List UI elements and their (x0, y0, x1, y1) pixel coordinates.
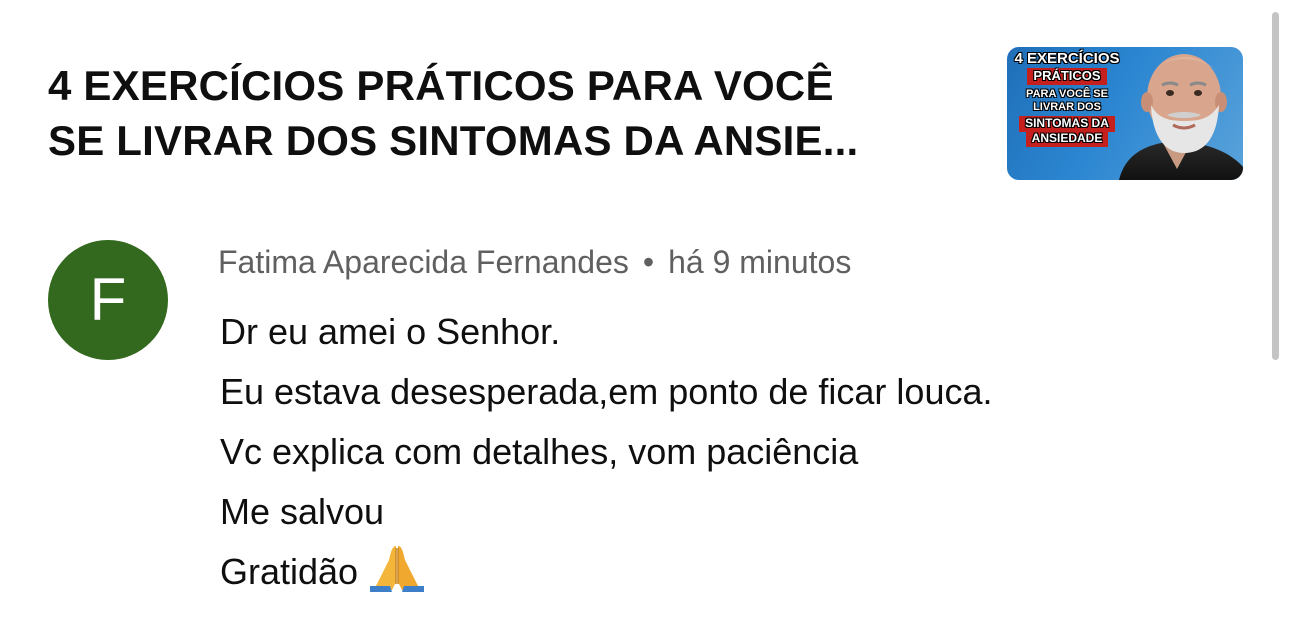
comment-time: há 9 minutos (668, 244, 852, 280)
video-header[interactable]: 4 EXERCÍCIOS PRÁTICOS PARA VOCÊ SE LIVRA… (48, 58, 988, 168)
avatar[interactable]: F (48, 240, 168, 360)
thumbnail-text-line-2: PRÁTICOS (1027, 68, 1107, 86)
comment-author[interactable]: Fatima Aparecida Fernandes (218, 244, 629, 280)
comment-line-5-text: Gratidão (220, 551, 359, 592)
video-title[interactable]: 4 EXERCÍCIOS PRÁTICOS PARA VOCÊ SE LIVRA… (48, 58, 988, 168)
comment-screen: 4 EXERCÍCIOS PRÁTICOS PARA VOCÊ SE LIVRA… (0, 0, 1289, 643)
video-title-line-1: 4 EXERCÍCIOS PRÁTICOS PARA VOCÊ (48, 62, 834, 109)
comment-line-2: Eu estava desesperada,em ponto de ficar … (220, 371, 993, 412)
avatar-letter: F (89, 266, 127, 333)
thumbnail-text-line-1: 4 EXERCÍCIOS (1014, 50, 1120, 67)
comment-meta: Fatima Aparecida Fernandes • há 9 minutos (218, 242, 851, 282)
comment-line-5: Gratidão (220, 542, 993, 610)
thumbnail-text-line-4: LIVRAR DOS (1033, 100, 1101, 113)
comment-line-4: Me salvou (220, 491, 385, 532)
comment-line-1: Dr eu amei o Senhor. (220, 311, 561, 352)
thumbnail-text-line-5: SINTOMAS DA (1019, 116, 1115, 133)
video-thumbnail[interactable]: 4 EXERCÍCIOS PRÁTICOS PARA VOCÊ SE LIVRA… (1007, 47, 1243, 180)
thumbnail-text-line-3: PARA VOCÊ SE (1026, 88, 1108, 101)
comment-text: Dr eu amei o Senhor. Eu estava desespera… (220, 302, 993, 610)
folded-hands-icon (370, 542, 425, 610)
meta-separator: • (642, 244, 655, 280)
video-title-line-2: SE LIVRAR DOS SINTOMAS DA ANSIE... (48, 117, 859, 164)
presenter-photo (1119, 54, 1243, 180)
scrollbar[interactable] (1272, 12, 1279, 360)
thumbnail-text-line-6: ANSIEDADE (1025, 131, 1109, 148)
thumbnail-text: 4 EXERCÍCIOS PRÁTICOS PARA VOCÊ SE LIVRA… (1013, 50, 1121, 148)
comment-line-3: Vc explica com detalhes, vom paciência (220, 431, 859, 472)
